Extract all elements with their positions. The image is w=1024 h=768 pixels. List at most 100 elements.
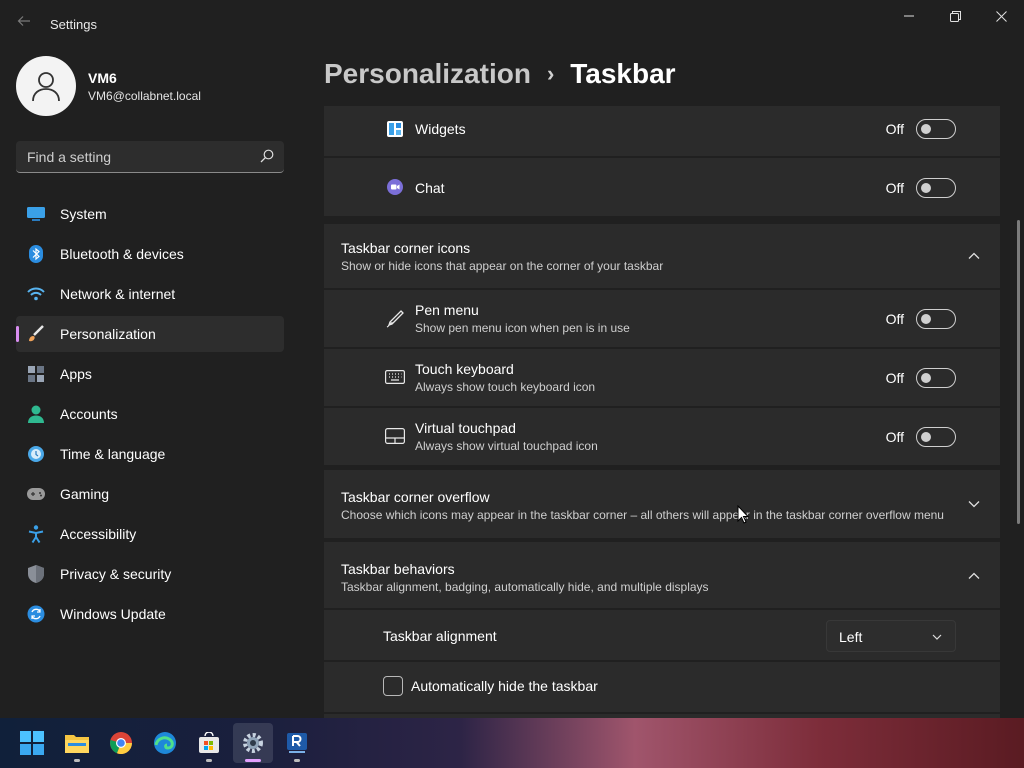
virtual-touchpad-toggle[interactable] bbox=[916, 427, 956, 447]
running-indicator bbox=[74, 759, 80, 762]
sidebar-item-label: Windows Update bbox=[60, 606, 166, 622]
taskbar bbox=[0, 718, 1024, 768]
sidebar-item-privacy-security[interactable]: Privacy & security bbox=[16, 556, 284, 592]
remote-app-icon[interactable] bbox=[277, 723, 317, 763]
restore-icon[interactable] bbox=[932, 0, 978, 32]
touch-keyboard-label: Touch keyboard bbox=[415, 361, 514, 377]
widgets-toggle[interactable] bbox=[916, 119, 956, 139]
search-icon[interactable] bbox=[260, 149, 274, 168]
pen-menu-toggle-state: Off bbox=[885, 311, 904, 327]
sidebar-item-accessibility[interactable]: Accessibility bbox=[16, 516, 284, 552]
sidebar-item-accounts[interactable]: Accounts bbox=[16, 396, 284, 432]
file-explorer-icon[interactable] bbox=[57, 723, 97, 763]
chevron-down-icon[interactable] bbox=[966, 496, 982, 512]
sidebar-item-bluetooth[interactable]: Bluetooth & devices bbox=[16, 236, 284, 272]
sidebar-item-windows-update[interactable]: Windows Update bbox=[16, 596, 284, 632]
chrome-icon[interactable] bbox=[101, 723, 141, 763]
taskbar-alignment-row: Taskbar alignment Left bbox=[324, 610, 1000, 660]
bluetooth-icon bbox=[26, 244, 46, 264]
chat-icon bbox=[384, 176, 406, 198]
accessibility-icon bbox=[26, 524, 46, 544]
gamepad-icon bbox=[26, 484, 46, 504]
pen-menu-row: Pen menu Show pen menu icon when pen is … bbox=[324, 290, 1000, 347]
touchpad-icon bbox=[384, 425, 406, 447]
virtual-touchpad-toggle-state: Off bbox=[885, 429, 904, 445]
breadcrumb-separator: › bbox=[546, 61, 555, 86]
widgets-icon bbox=[384, 118, 406, 140]
touch-keyboard-description: Always show touch keyboard icon bbox=[415, 380, 596, 394]
touch-keyboard-row: Touch keyboard Always show touch keyboar… bbox=[324, 349, 1000, 406]
start-icon[interactable] bbox=[12, 723, 52, 763]
apps-icon bbox=[26, 364, 46, 384]
breadcrumb-parent[interactable]: Personalization bbox=[324, 58, 531, 90]
user-profile[interactable]: VM6 VM6@collabnet.local bbox=[16, 56, 201, 116]
taskbar-alignment-dropdown[interactable]: Left bbox=[826, 620, 956, 652]
corner-overflow-header[interactable]: Taskbar corner overflow Choose which ico… bbox=[324, 470, 1000, 538]
chevron-up-icon[interactable] bbox=[966, 248, 982, 264]
taskbar-alignment-value: Left bbox=[839, 629, 863, 645]
profile-email: VM6@collabnet.local bbox=[88, 88, 201, 103]
sidebar-item-network[interactable]: Network & internet bbox=[16, 276, 284, 312]
widgets-label: Widgets bbox=[415, 121, 466, 137]
widgets-toggle-state: Off bbox=[885, 121, 904, 137]
avatar bbox=[16, 56, 76, 116]
chat-row: Chat Off bbox=[324, 158, 1000, 216]
taskbar-alignment-label: Taskbar alignment bbox=[383, 628, 497, 644]
search-input[interactable] bbox=[16, 141, 246, 172]
touch-keyboard-toggle-state: Off bbox=[885, 370, 904, 386]
widgets-row: Widgets Off bbox=[324, 106, 1000, 156]
sidebar-item-label: Accessibility bbox=[60, 526, 137, 542]
sidebar-item-label: Privacy & security bbox=[60, 566, 172, 582]
edge-icon[interactable] bbox=[145, 723, 185, 763]
scrollbar[interactable] bbox=[1017, 220, 1020, 524]
behaviors-title: Taskbar behaviors bbox=[341, 561, 455, 577]
sidebar-item-apps[interactable]: Apps bbox=[16, 356, 284, 392]
back-arrow-icon[interactable] bbox=[12, 12, 36, 36]
person-icon bbox=[32, 72, 60, 102]
profile-name: VM6 bbox=[88, 69, 117, 86]
sidebar-item-system[interactable]: System bbox=[16, 196, 284, 232]
corner-overflow-title: Taskbar corner overflow bbox=[341, 489, 490, 505]
virtual-touchpad-row: Virtual touchpad Always show virtual tou… bbox=[324, 408, 1000, 465]
chat-toggle[interactable] bbox=[916, 178, 956, 198]
chat-toggle-state: Off bbox=[885, 180, 904, 196]
sidebar-item-personalization[interactable]: Personalization bbox=[16, 316, 284, 352]
close-icon[interactable] bbox=[978, 0, 1024, 32]
sidebar-nav: System Bluetooth & devices Network & int… bbox=[16, 196, 284, 636]
main-content: Widgets Off Chat Off Taskbar corner icon… bbox=[324, 106, 1000, 718]
pen-menu-description: Show pen menu icon when pen is in use bbox=[415, 321, 630, 335]
person-icon bbox=[26, 404, 46, 424]
running-indicator bbox=[206, 759, 212, 762]
title-bar: Settings bbox=[0, 0, 1024, 48]
sidebar-item-label: Accounts bbox=[60, 406, 118, 422]
chat-label: Chat bbox=[415, 180, 445, 196]
settings-icon[interactable] bbox=[233, 723, 273, 763]
corner-icons-subtitle: Show or hide icons that appear on the co… bbox=[341, 259, 664, 273]
sidebar-item-time-language[interactable]: Time & language bbox=[16, 436, 284, 472]
auto-hide-checkbox[interactable] bbox=[383, 676, 403, 696]
minimize-icon[interactable] bbox=[886, 0, 932, 32]
wifi-icon bbox=[26, 284, 46, 304]
sidebar-item-label: Network & internet bbox=[60, 286, 176, 302]
breadcrumb: Personalization › Taskbar bbox=[324, 58, 676, 90]
corner-icons-header[interactable]: Taskbar corner icons Show or hide icons … bbox=[324, 224, 1000, 288]
running-indicator bbox=[294, 759, 300, 762]
sidebar-item-label: System bbox=[60, 206, 107, 222]
sidebar-item-gaming[interactable]: Gaming bbox=[16, 476, 284, 512]
corner-icons-title: Taskbar corner icons bbox=[341, 240, 471, 256]
chevron-down-icon bbox=[931, 630, 943, 648]
chevron-up-icon[interactable] bbox=[966, 568, 982, 584]
store-icon[interactable] bbox=[189, 723, 229, 763]
touch-keyboard-toggle[interactable] bbox=[916, 368, 956, 388]
pen-icon bbox=[384, 308, 406, 330]
pen-menu-toggle[interactable] bbox=[916, 309, 956, 329]
sidebar-item-label: Apps bbox=[60, 366, 92, 382]
search-box bbox=[16, 141, 284, 173]
sidebar-item-label: Time & language bbox=[60, 446, 166, 462]
sidebar-item-label: Personalization bbox=[60, 326, 156, 342]
paintbrush-icon bbox=[26, 324, 46, 344]
behaviors-subtitle: Taskbar alignment, badging, automaticall… bbox=[341, 580, 709, 594]
app-title: Settings bbox=[50, 17, 97, 32]
keyboard-icon bbox=[384, 366, 406, 388]
behaviors-header[interactable]: Taskbar behaviors Taskbar alignment, bad… bbox=[324, 542, 1000, 608]
